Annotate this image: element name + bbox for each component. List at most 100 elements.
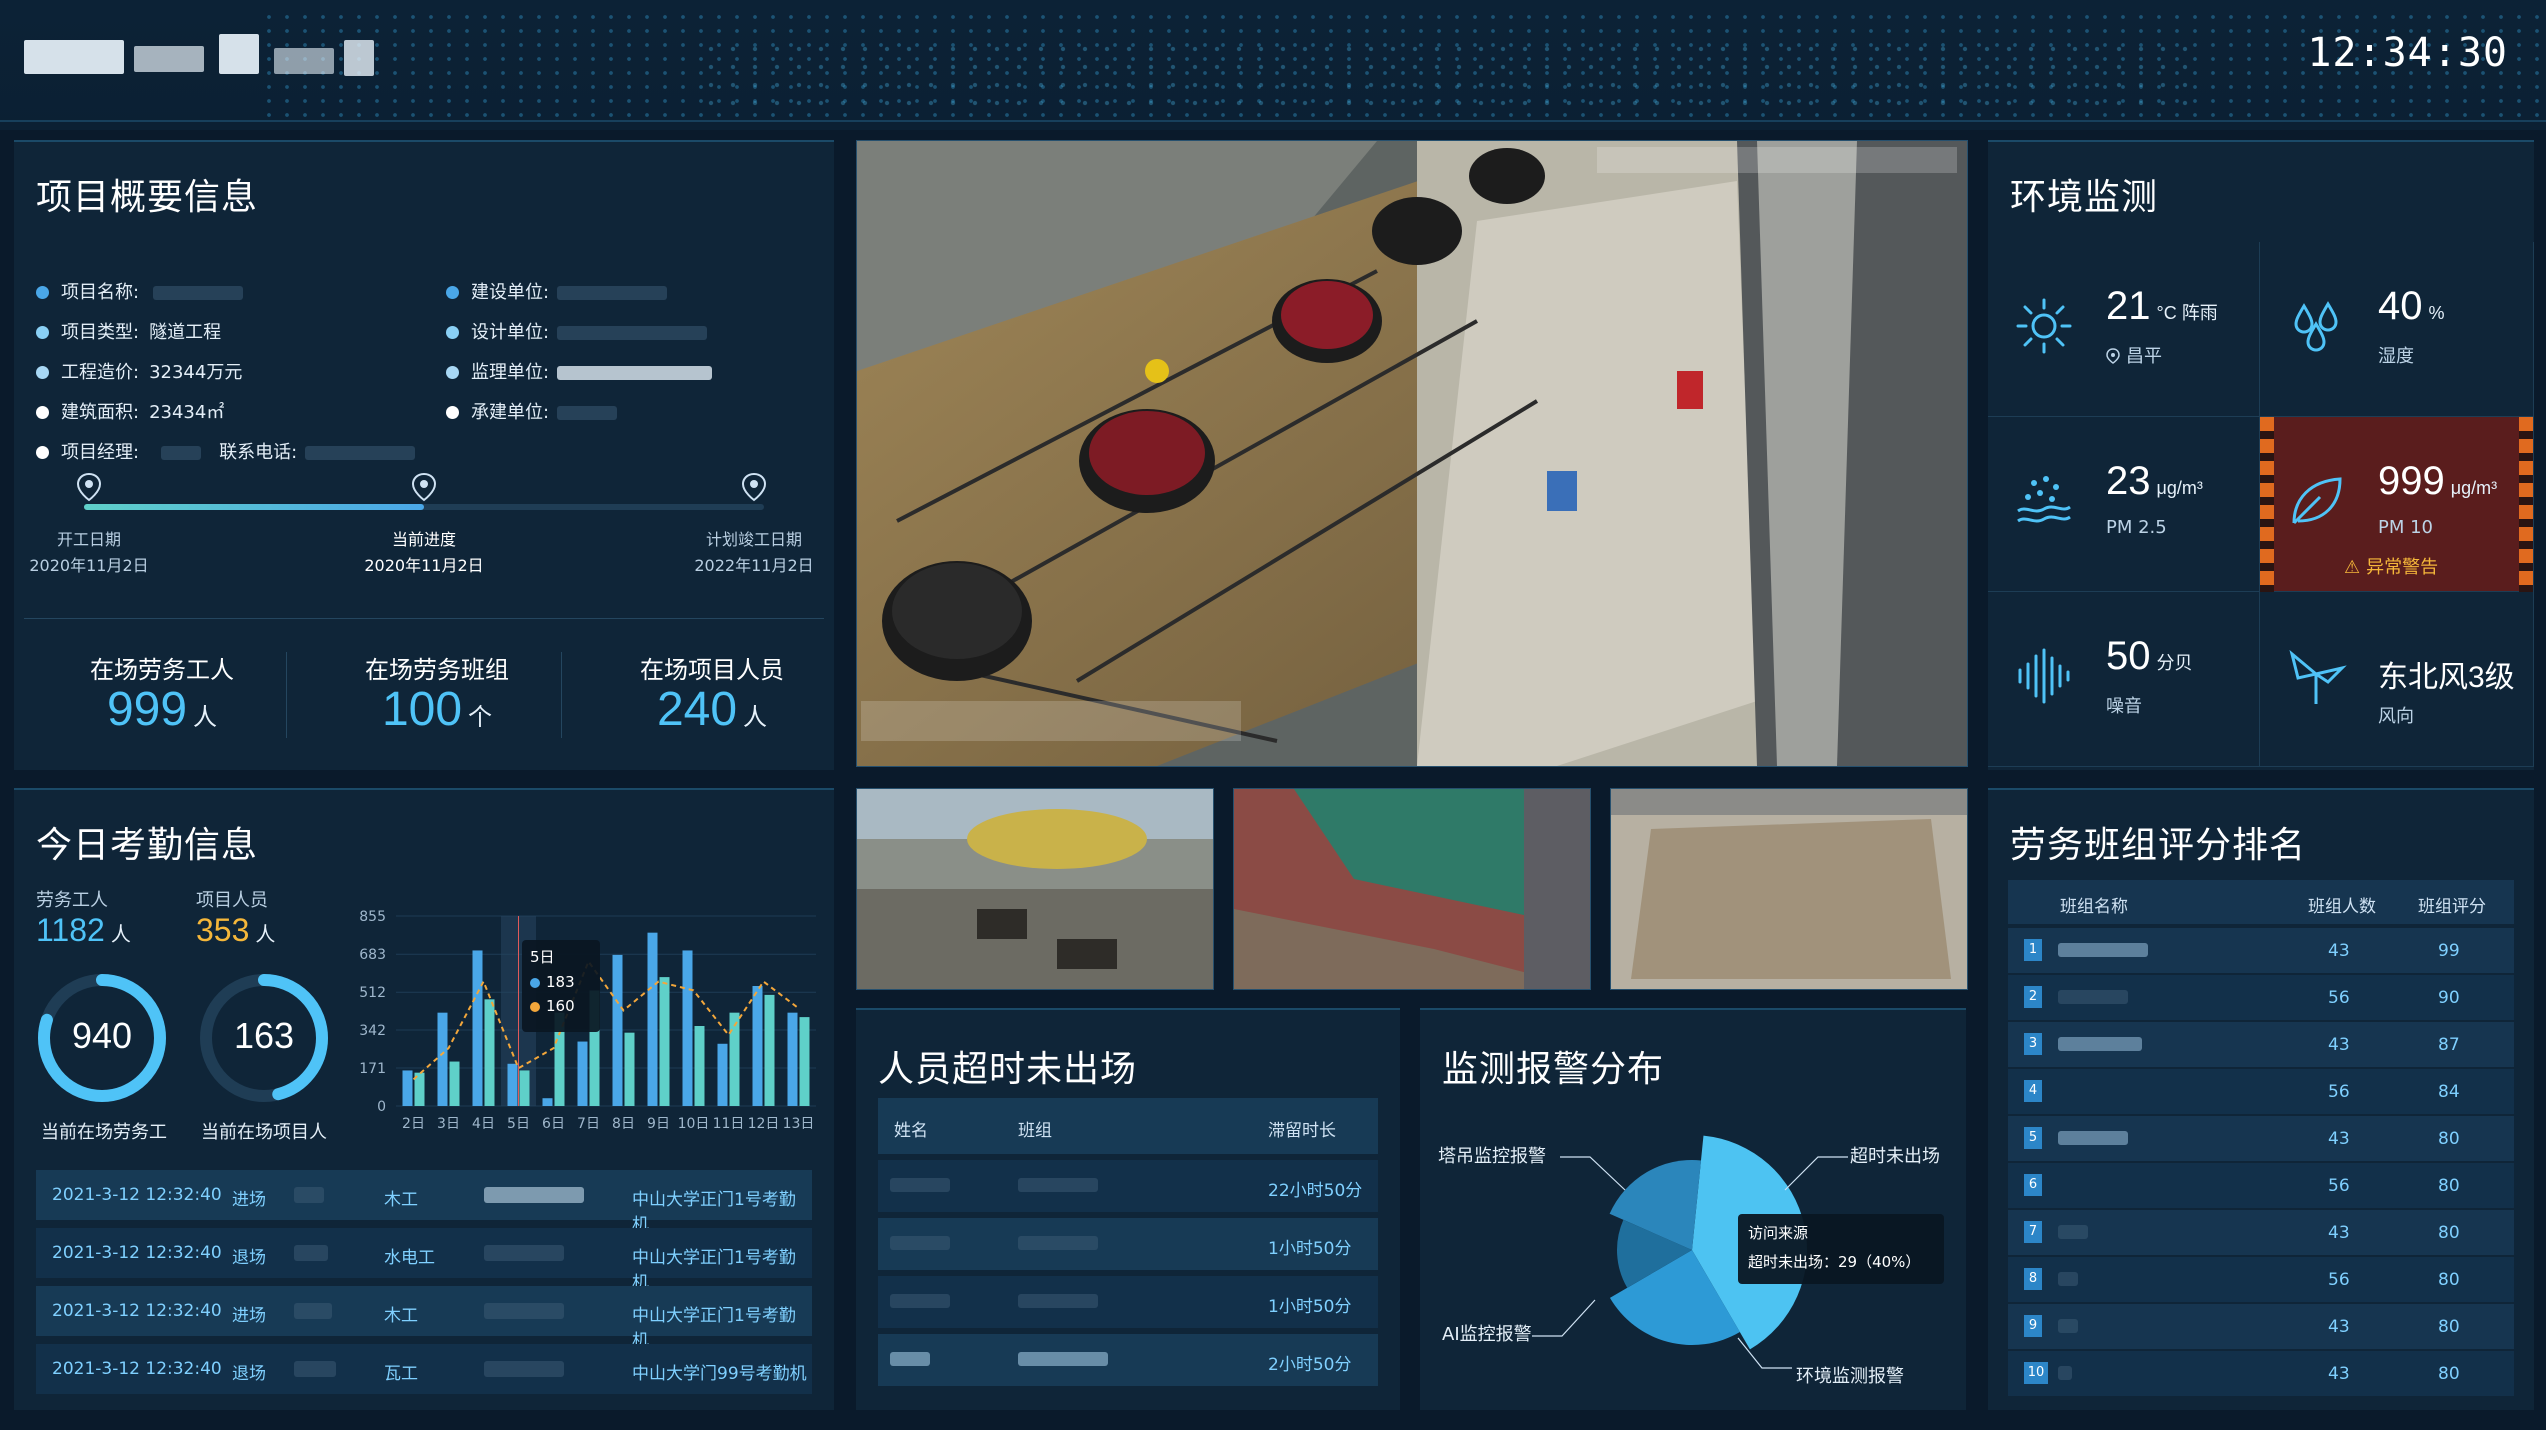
redacted-value bbox=[557, 326, 708, 340]
overtime-row[interactable]: 2小时50分 bbox=[878, 1334, 1378, 1386]
env-label: PM 2.5 bbox=[2106, 517, 2167, 538]
col-duration: 滞留时长 bbox=[1268, 1121, 1336, 1141]
bar-series-1 bbox=[437, 1012, 448, 1106]
legend-dot bbox=[530, 1002, 540, 1012]
stat-unit: 个 bbox=[468, 704, 493, 731]
bar-series-1 bbox=[752, 986, 763, 1106]
ranking-row[interactable]: 4 56 84 bbox=[2008, 1069, 2514, 1114]
warning-stripe bbox=[2260, 417, 2274, 592]
tooltip-title: 5日 bbox=[530, 948, 555, 966]
redacted-idcard bbox=[484, 1245, 564, 1261]
bar-series-1 bbox=[542, 1098, 553, 1106]
col-team-count: 班组人数 bbox=[2308, 897, 2376, 917]
bullet-dot bbox=[36, 286, 49, 299]
wind-icon bbox=[2284, 644, 2348, 708]
bullet-dot bbox=[36, 326, 49, 339]
rank-badge: 8 bbox=[2024, 1268, 2042, 1290]
bullet-dot bbox=[36, 446, 49, 459]
team-count: 56 bbox=[2328, 1270, 2350, 1290]
env-value: 23 μg/m³ bbox=[2106, 459, 2203, 504]
overtime-duration: 22小时50分 bbox=[1268, 1181, 1363, 1201]
workers-label: 劳务工人 bbox=[36, 890, 108, 911]
env-label: 风向 bbox=[2378, 706, 2414, 727]
record-direction: 退场 bbox=[232, 1364, 266, 1384]
team-score: 99 bbox=[2438, 941, 2460, 961]
location-pin-icon bbox=[2106, 348, 2120, 364]
record-team: 水电工 bbox=[384, 1248, 435, 1268]
x-tick-label: 6日 bbox=[542, 1116, 565, 1132]
bar-series-1 bbox=[682, 950, 693, 1106]
stat-label: 在场劳务班组 bbox=[365, 656, 509, 684]
redacted-team-name bbox=[2058, 990, 2128, 1004]
item-label: 项目类型: bbox=[61, 322, 140, 343]
environment-panel: 环境监测 21 °C 阵雨 昌平 40% 湿度 23 μg/m³ PM 2.5 999 μg/m³… bbox=[1988, 140, 2534, 770]
camera-thumbnail-3[interactable] bbox=[1610, 788, 1968, 990]
x-tick-label: 7日 bbox=[577, 1116, 600, 1132]
ranking-row[interactable]: 10 43 80 bbox=[2008, 1351, 2514, 1396]
attendance-panel: 今日考勤信息 劳务工人 1182 人 项目人员 353 人 940 当前在场劳务工 … bbox=[14, 788, 834, 1410]
attendance-record-row[interactable]: 2021-3-12 12:32:40 退场 瓦工 中山大学门99号考勤机 bbox=[36, 1344, 812, 1394]
bar-series-1 bbox=[717, 1043, 728, 1106]
ring-workers-label: 当前在场劳务工 bbox=[41, 1122, 167, 1143]
main-camera-feed[interactable] bbox=[856, 140, 1968, 767]
camera-thumbnail-1[interactable] bbox=[856, 788, 1214, 990]
timeline-label: 计划竣工日期 bbox=[705, 530, 802, 549]
attendance-record-row[interactable]: 2021-3-12 12:32:40 退场 水电工 中山大学正门1号考勤机 bbox=[36, 1228, 812, 1293]
redacted-idcard bbox=[484, 1303, 564, 1319]
progress-track bbox=[84, 504, 764, 510]
workers-value: 1182 bbox=[36, 912, 105, 948]
col-team: 班组 bbox=[1018, 1121, 1052, 1141]
ranking-row[interactable]: 6 56 80 bbox=[2008, 1163, 2514, 1208]
item-value: 32344万元 bbox=[149, 362, 243, 383]
ranking-table-header: 班组名称 班组人数 班组评分 bbox=[2008, 880, 2514, 924]
bar-series-2 bbox=[764, 994, 775, 1106]
ranking-row[interactable]: 1 43 99 bbox=[2008, 928, 2514, 973]
rank-badge: 3 bbox=[2024, 1033, 2042, 1055]
overtime-duration: 1小时50分 bbox=[1268, 1239, 1352, 1259]
ranking-row[interactable]: 5 43 80 bbox=[2008, 1116, 2514, 1161]
ranking-row[interactable]: 3 43 87 bbox=[2008, 1022, 2514, 1067]
workers-total: 1182 人 bbox=[36, 912, 131, 949]
ranking-row[interactable]: 2 56 90 bbox=[2008, 975, 2514, 1020]
team-score: 90 bbox=[2438, 988, 2460, 1008]
record-time: 2021-3-12 12:32:40 bbox=[52, 1185, 222, 1205]
overtime-row[interactable]: 1小时50分 bbox=[878, 1218, 1378, 1270]
env-sub-label: PM 10 bbox=[2378, 517, 2433, 538]
env-cell-sun: 21 °C 阵雨 昌平 bbox=[1988, 242, 2260, 417]
team-score: 80 bbox=[2438, 1364, 2460, 1384]
col-team-name: 班组名称 bbox=[2060, 897, 2128, 917]
bullet-dot bbox=[36, 406, 49, 419]
bar-series-1 bbox=[612, 954, 623, 1106]
camera-thumbnail-2[interactable] bbox=[1233, 788, 1591, 990]
overtime-row[interactable]: 1小时50分 bbox=[878, 1276, 1378, 1328]
attendance-record-row[interactable]: 2021-3-12 12:32:40 进场 木工 中山大学正门1号考勤机 bbox=[36, 1286, 812, 1351]
stat-unit: 人 bbox=[743, 704, 768, 731]
redacted-name bbox=[294, 1361, 336, 1377]
rank-badge: 9 bbox=[2024, 1315, 2042, 1337]
ranking-row[interactable]: 7 43 80 bbox=[2008, 1210, 2514, 1255]
humidity-icon bbox=[2284, 294, 2348, 358]
item-label: 监理单位: bbox=[471, 362, 550, 383]
tooltip-value-1: 183 bbox=[546, 973, 575, 991]
env-value: 40% bbox=[2378, 284, 2445, 329]
overtime-panel: 人员超时未出场 姓名 班组 滞留时长 22小时50分 1小时50分 1小时50分 2小… bbox=[856, 1008, 1400, 1410]
stat-value: 100 个 bbox=[307, 682, 567, 737]
ranking-row[interactable]: 8 56 80 bbox=[2008, 1257, 2514, 1302]
env-value: 东北风3级 bbox=[2378, 652, 2521, 696]
rank-badge: 2 bbox=[2024, 986, 2042, 1008]
env-sub-label: 风向 bbox=[2378, 702, 2414, 728]
overtime-row[interactable]: 22小时50分 bbox=[878, 1160, 1378, 1212]
attendance-record-row[interactable]: 2021-3-12 12:32:40 进场 木工 中山大学正门1号考勤机 bbox=[36, 1170, 812, 1235]
item-label: 工程造价: bbox=[61, 362, 140, 383]
overview-item: 工程造价: 32344万元 bbox=[36, 358, 242, 384]
bar-series-1 bbox=[787, 1012, 798, 1106]
team-count: 43 bbox=[2328, 1364, 2350, 1384]
item-value: 23434㎡ bbox=[149, 402, 225, 423]
env-number: 50 bbox=[2106, 634, 2151, 678]
ranking-row[interactable]: 9 43 80 bbox=[2008, 1304, 2514, 1349]
redacted-team-name bbox=[2058, 1319, 2078, 1333]
tooltip-title: 访问来源 bbox=[1748, 1224, 1809, 1242]
record-team: 瓦工 bbox=[384, 1364, 418, 1384]
team-count: 43 bbox=[2328, 1317, 2350, 1337]
x-tick-label: 12日 bbox=[748, 1116, 780, 1132]
